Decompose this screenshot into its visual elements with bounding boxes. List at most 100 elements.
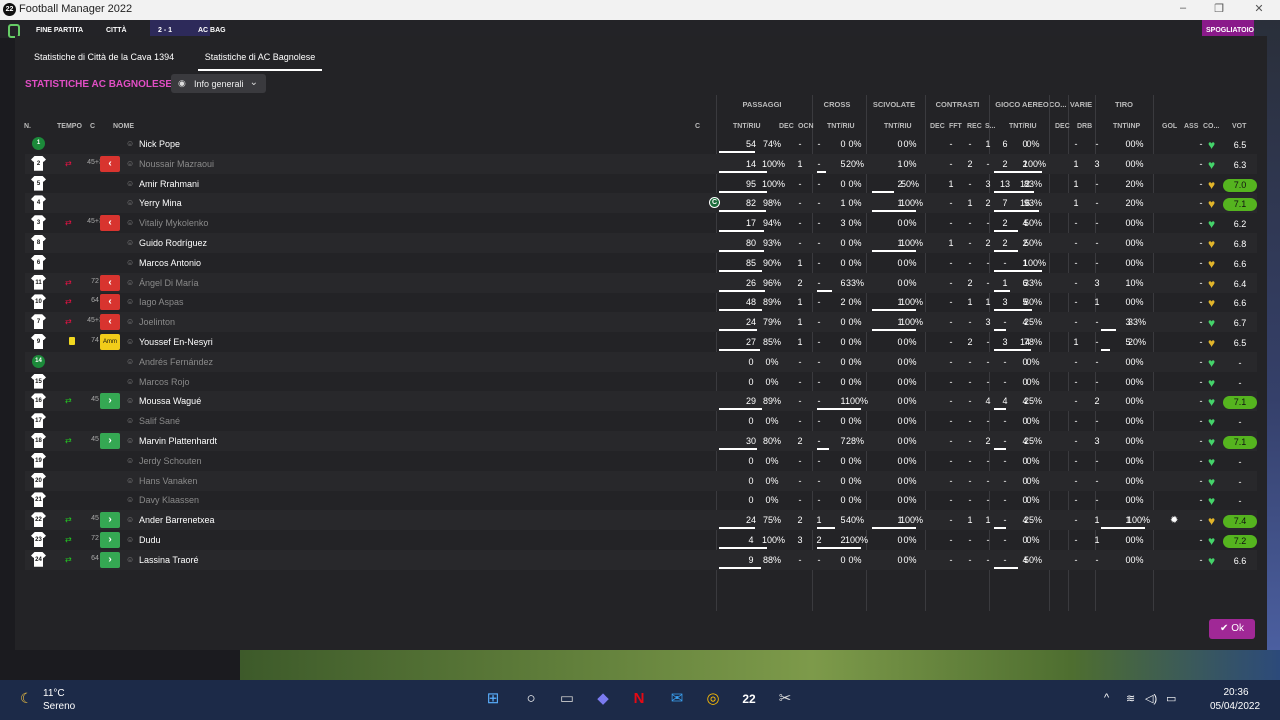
col-contr-dec[interactable]: DEC — [930, 123, 945, 130]
player-name[interactable]: Jerdy Schouten — [139, 456, 202, 466]
player-name[interactable]: Joelinton — [139, 317, 175, 327]
player-name[interactable]: Andrés Fernández — [139, 357, 213, 367]
stat-po: - — [817, 337, 821, 347]
table-row[interactable]: 24 ⇄ 64 › ☺ Lassina Traoré 9 88% - -0 0% 0 0% - - - -4 50… — [25, 549, 1257, 570]
morale-heart-icon: ♥ — [1208, 375, 1216, 390]
table-row[interactable]: 2 ⇄ 45+3 ‹ ☺ Noussair Mazraoui 14 100% 1-5 20% 1 0%… — [25, 153, 1257, 174]
player-name[interactable]: Amir Rrahmani — [139, 179, 199, 189]
task-view-icon[interactable]: ▭ — [556, 688, 578, 710]
col-cap[interactable]: C — [695, 123, 700, 130]
mail-icon[interactable]: ✉ — [666, 688, 688, 710]
chevron-up-icon[interactable]: ^ — [1104, 692, 1109, 704]
player-name[interactable]: Salif Sané — [139, 416, 180, 426]
table-row[interactable]: 9 74 Amm ☺ Youssef En-Nesyri 27 85% 1-0 0% 0 0% -2-… — [25, 332, 1257, 352]
col-ass[interactable]: ASS — [1184, 123, 1198, 130]
player-rating: 6.5 — [1233, 140, 1247, 150]
start-icon[interactable]: ⊞ — [482, 688, 504, 710]
player-name[interactable]: Moussa Wagué — [139, 396, 201, 406]
table-row[interactable]: 6 ☺ Marcos Antonio 85 90% 1-0 0% 0 0% - - - -1 100% - -… — [25, 253, 1257, 273]
col-rec[interactable]: REC — [967, 123, 982, 130]
tab-away-stats[interactable]: Statistiche di AC Bagnolese — [198, 52, 322, 71]
col-c[interactable]: C — [90, 123, 95, 130]
player-name[interactable]: Marcos Antonio — [139, 258, 201, 268]
table-row[interactable]: 1 ☺ Nick Pope 54 74% - -0 0% 0 0% - -1 6 0 0% - -0 0% - ♥ 6.… — [25, 134, 1257, 154]
search-icon[interactable]: ○ — [520, 688, 542, 710]
player-name[interactable]: Ander Barrenetxea — [139, 515, 215, 525]
table-row[interactable]: 11 ⇄ 72 ‹ ☺ Ángel Di María 26 96% 2-6 33% 0 0% -2-1 6… — [25, 272, 1257, 293]
tab-home-stats[interactable]: Statistiche di Città de la Cava 1394 — [34, 52, 174, 62]
player-name[interactable]: Marcos Rojo — [139, 377, 190, 387]
player-name[interactable]: Youssef En-Nesyri — [139, 337, 213, 347]
table-row[interactable]: 14 ☺ Andrés Fernández 0 0% - -0 0% 0 0% - - - -0 0% - -0… — [25, 351, 1257, 372]
table-row[interactable]: 5 ☺ Amir Rrahmani 95 100% - -0 0% 2 50% 1-3 13 12 83%… — [25, 174, 1257, 194]
close-icon[interactable]: ✕ — [1252, 2, 1266, 15]
col-vot[interactable]: VOT — [1232, 123, 1246, 130]
col-gol[interactable]: GOL — [1162, 123, 1177, 130]
player-name[interactable]: Ángel Di María — [139, 278, 199, 288]
netflix-icon[interactable]: N — [628, 688, 650, 710]
col-aereo-tnt[interactable]: TNT/RIU — [1009, 123, 1037, 130]
col-sciv-tnt[interactable]: TNT/RIU — [884, 123, 912, 130]
player-name[interactable]: Guido Rodríguez — [139, 238, 207, 248]
shirt-icon: 2 — [31, 155, 46, 171]
table-row[interactable]: 20 ☺ Hans Vanaken 0 0% - -0 0% 0 0% - - - -0 0% - -0 0% - ♥… — [25, 470, 1257, 491]
fm22-taskbar-icon[interactable]: 22 — [738, 688, 760, 710]
volume-icon[interactable]: ◁) — [1145, 692, 1157, 705]
table-row[interactable]: 10 ⇄ 64 ‹ ☺ Iago Aspas 48 89% 1-2 0% 1 100% -1 1 3 5 80%… — [25, 292, 1257, 312]
col-s[interactable]: S... — [985, 123, 996, 130]
table-row[interactable]: 23 ⇄ 72 › ☺ Dudu 4 100% 3 2 2 100% 0 0% - - - -0 0% -1 0 0% - ♥… — [25, 530, 1257, 550]
player-name[interactable]: Nick Pope — [139, 139, 180, 149]
player-name[interactable]: Lassina Traoré — [139, 555, 199, 565]
player-name[interactable]: Iago Aspas — [139, 297, 184, 307]
col-cross-tnt[interactable]: TNT/RIU — [827, 123, 855, 130]
table-row[interactable]: 4 ☺ Yerry Mina C 82 98% - -1 0% 1 100% -1 2 7 16 93% 1-2… — [25, 193, 1257, 214]
teams-icon[interactable]: ◆ — [592, 688, 614, 710]
table-row[interactable]: 8 ☺ Guido Rodríguez 80 93% - -0 0% 1 100% 1-2 2 2 50%… — [25, 233, 1257, 253]
col-aereo-dec[interactable]: DEC — [1055, 123, 1070, 130]
stat-dr: - — [1095, 376, 1099, 387]
table-row[interactable]: 21 ☺ Davy Klaassen 0 0% - -0 0% 0 0% - - - -0 0% - -0 0% -… — [25, 490, 1257, 510]
table-row[interactable]: 19 ☺ Jerdy Schouten 0 0% - -0 0% 0 0% - - - -0 0% - -0 0%… — [25, 451, 1257, 471]
table-row[interactable]: 17 ☺ Salif Sané 0 0% - -0 0% 0 0% - - - -0 0% - -0 0% - ♥ - — [25, 411, 1257, 431]
stat-p: 0 — [748, 495, 754, 506]
player-name[interactable]: Vitaliy Mykolenko — [139, 218, 208, 228]
stat-cf: 2 — [967, 158, 973, 169]
table-row[interactable]: 18 ⇄ 45 › ☺ Marvin Plattenhardt 30 80% 2-7 28% 0 0%… — [25, 431, 1257, 451]
stat-aep: 83% — [1023, 178, 1042, 189]
player-name[interactable]: Davy Klaassen — [139, 495, 199, 505]
col-tempo[interactable]: TEMPO — [57, 123, 82, 130]
col-tiro-tnt[interactable]: TNT\INP — [1113, 123, 1140, 130]
player-name[interactable]: Yerry Mina — [139, 198, 182, 208]
player-name[interactable]: Marvin Plattenhardt — [139, 436, 217, 446]
snipping-tool-icon[interactable]: ✂ — [774, 688, 796, 710]
col-nome[interactable]: NOME — [113, 123, 134, 130]
stat-p: 30 — [745, 436, 756, 446]
ok-button[interactable]: ✔ Ok — [1209, 619, 1255, 639]
table-row[interactable]: 15 ☺ Marcos Rojo 0 0% - -0 0% 0 0% - - - -0 0% - -0 0% - ♥ - — [25, 372, 1257, 392]
col-drb[interactable]: DRB — [1077, 123, 1092, 130]
chrome-icon[interactable]: ◎ — [702, 688, 724, 710]
player-name[interactable]: Noussair Mazraoui — [139, 159, 214, 169]
player-name[interactable]: Hans Vanaken — [139, 476, 197, 486]
table-row[interactable]: 3 ⇄ 45+3 ‹ ☺ Vitaliy Mykolenko 17 94% - -3 0% 0 0% - -… — [25, 213, 1257, 233]
stat-dr: 2 — [1094, 396, 1100, 407]
player-name[interactable]: Dudu — [139, 535, 161, 545]
col-n[interactable]: N. — [24, 123, 31, 130]
stat-aep: 100% — [1023, 257, 1047, 268]
view-select[interactable]: ◉ Info generali ⌄ — [171, 74, 266, 93]
table-row[interactable]: 16 ⇄ 45 › ☺ Moussa Wagué 29 89% - -1 100% 0 0% - -4 4 4 2… — [25, 391, 1257, 412]
table-row[interactable]: 22 ⇄ 45 › ☺ Ander Barrenetxea 24 75% 2 1 5 40% 1 100%… — [25, 510, 1257, 531]
stat-aep: 25% — [1023, 436, 1042, 446]
col-passaggi-tnt[interactable]: TNT/RIU — [733, 123, 761, 130]
maximize-icon[interactable]: ❐ — [1212, 2, 1226, 15]
minimize-icon[interactable]: – — [1176, 2, 1190, 14]
table-row[interactable]: 7 ⇄ 45+3 ‹ ☺ Joelinton 24 79% 1-0 0% 1 100% - -3-4 25%… — [25, 312, 1257, 333]
col-fft[interactable]: FFT — [949, 123, 962, 130]
battery-icon[interactable]: ▭ — [1166, 692, 1176, 705]
wifi-icon[interactable]: ≋ — [1126, 692, 1135, 705]
stat-cf: 2 — [967, 277, 973, 288]
stat-pd: - — [798, 475, 802, 486]
col-pass-dec[interactable]: DEC — [779, 123, 794, 130]
col-co[interactable]: CO... — [1203, 123, 1219, 130]
col-ocn[interactable]: OCN — [798, 123, 814, 130]
